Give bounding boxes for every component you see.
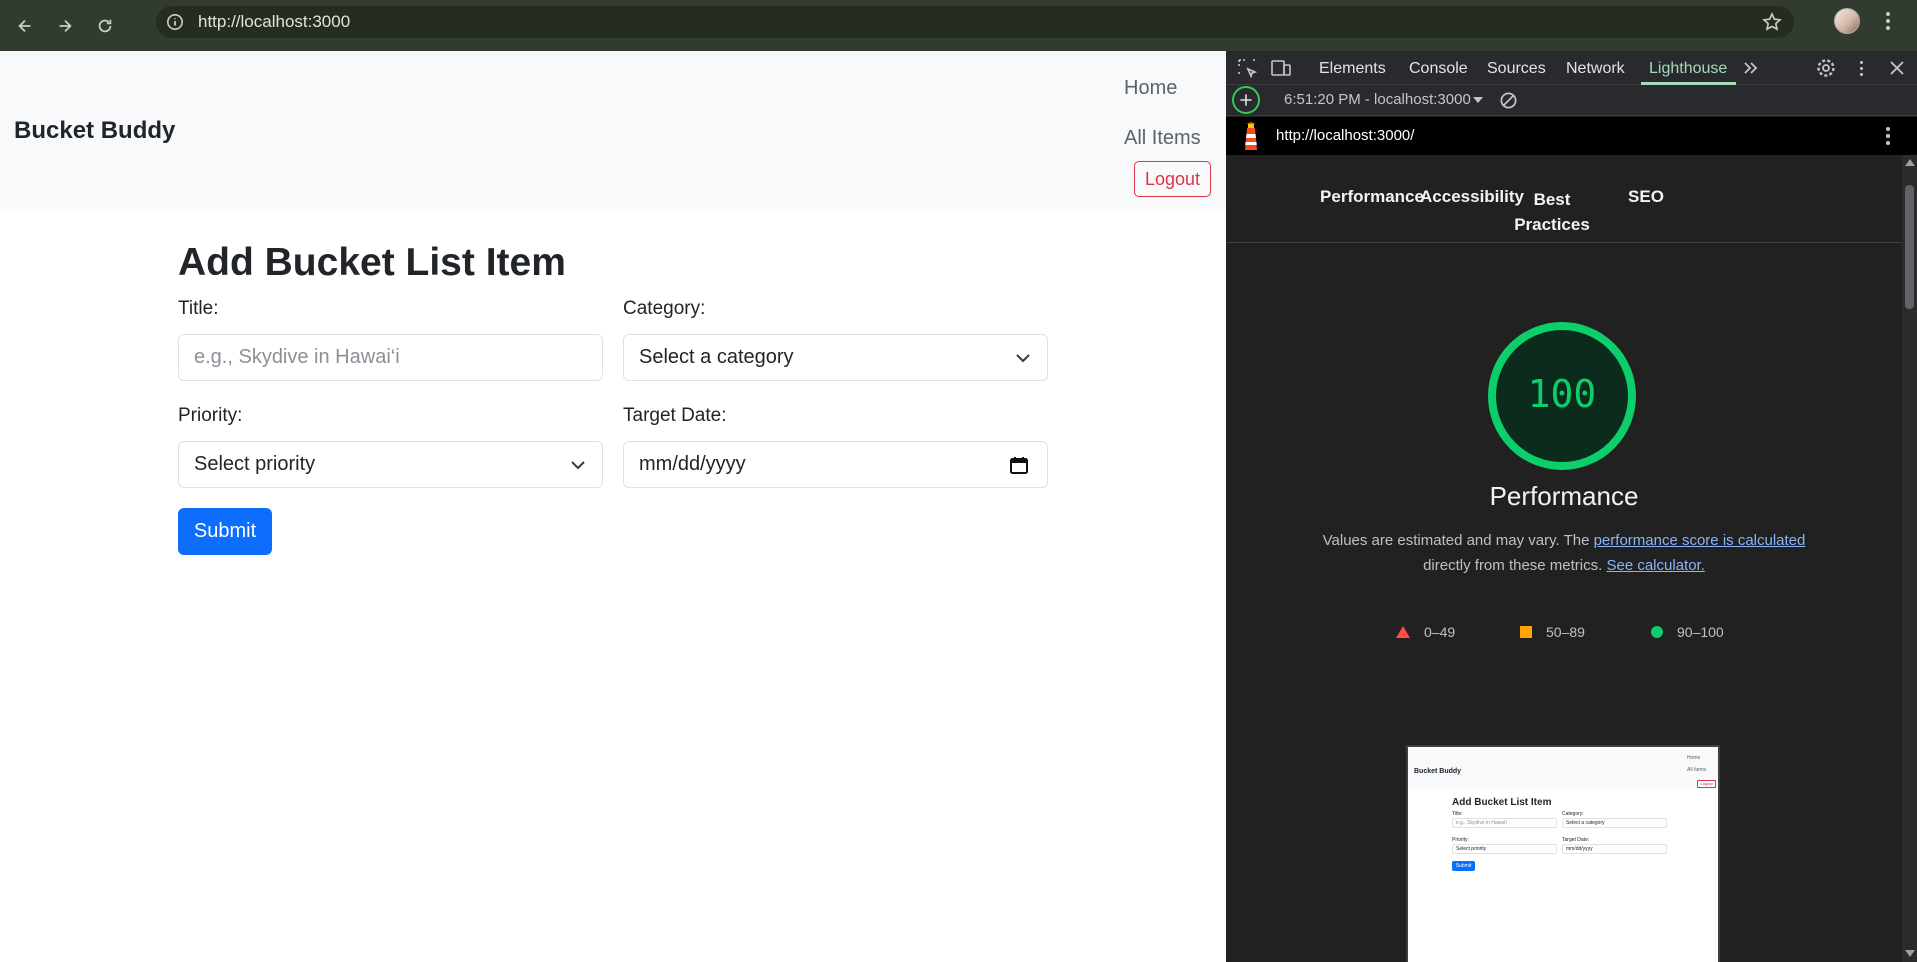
report-scrollbar[interactable]: [1902, 155, 1917, 962]
thumb-priority-select: Select priority: [1452, 844, 1557, 854]
more-tabs-icon[interactable]: [1740, 57, 1762, 79]
square-icon: [1520, 626, 1532, 638]
browser-menu-icon[interactable]: [1880, 10, 1896, 32]
note-mid: directly from these metrics.: [1423, 557, 1603, 574]
web-page: Bucket Buddy Home All Items Logout Add B…: [0, 51, 1226, 962]
report-menu-icon[interactable]: [1885, 125, 1891, 147]
target-date-value: mm/dd/yyyy: [639, 453, 746, 475]
priority-select[interactable]: Select priority: [178, 441, 603, 488]
target-date-label: Target Date:: [623, 405, 727, 426]
close-icon[interactable]: [1886, 57, 1908, 79]
devtools-tabbar: Elements Console Sources Network Lightho…: [1226, 51, 1917, 85]
calendar-icon[interactable]: [1009, 455, 1029, 475]
thumb-title: Add Bucket List Item: [1452, 797, 1552, 808]
tab-sources[interactable]: Sources: [1487, 60, 1546, 78]
lighthouse-logo-icon: [1245, 122, 1257, 150]
score-calculated-link[interactable]: performance score is calculated: [1594, 532, 1806, 549]
new-report-button[interactable]: [1232, 86, 1260, 114]
thumb-priority-label: Priority:: [1452, 837, 1469, 843]
reload-icon: [98, 19, 112, 32]
tab-lighthouse[interactable]: Lighthouse: [1649, 60, 1727, 78]
category-select-value: Select a category: [639, 346, 794, 368]
thumb-brand: Bucket Buddy: [1414, 768, 1462, 775]
back-button[interactable]: [10, 11, 40, 41]
thumb-date-input: mm/dd/yyyy: [1562, 844, 1667, 854]
report-select[interactable]: 6:51:20 PM - localhost:3000: [1284, 91, 1471, 108]
target-date-input[interactable]: mm/dd/yyyy: [623, 441, 1048, 488]
category-seo[interactable]: SEO: [1606, 187, 1686, 207]
plus-icon: [1240, 94, 1252, 106]
legend-fail-label: 0–49: [1424, 624, 1456, 640]
device-toolbar-icon[interactable]: [1270, 57, 1292, 79]
page-title: Add Bucket List Item: [178, 241, 566, 284]
forward-arrow-icon: [59, 19, 72, 32]
page-screenshot-thumbnail: Bucket Buddy Home All Items Logout Add B…: [1406, 745, 1720, 962]
inspect-element-icon[interactable]: [1236, 57, 1258, 79]
site-info-icon[interactable]: [166, 13, 184, 31]
legend-average: 50–89: [1520, 624, 1585, 640]
thumb-logout: Logout: [1697, 780, 1716, 788]
triangle-icon: [1396, 626, 1410, 638]
title-input[interactable]: e.g., Skydive in Hawai‘i: [178, 334, 603, 381]
scroll-down-icon[interactable]: [1905, 950, 1915, 957]
performance-note: Values are estimated and may vary. The p…: [1226, 528, 1902, 578]
forward-button[interactable]: [50, 11, 80, 41]
address-url: http://localhost:3000: [198, 12, 351, 31]
thumb-submit: Submit: [1452, 861, 1475, 871]
clear-all-icon[interactable]: [1499, 91, 1518, 110]
submit-button[interactable]: Submit: [178, 508, 272, 555]
thumb-title-input: e.g., Skydive in Hawai‘i: [1452, 818, 1557, 828]
thumb-date-label: Target Date:: [1562, 837, 1590, 843]
caret-down-icon[interactable]: [1473, 97, 1483, 103]
priority-select-value: Select priority: [194, 453, 316, 475]
category-best-practices[interactable]: Best Practices: [1512, 187, 1592, 237]
devtools-menu-icon[interactable]: [1850, 59, 1872, 77]
title-input-placeholder: e.g., Skydive in Hawai‘i: [194, 346, 400, 368]
legend-average-label: 50–89: [1546, 624, 1585, 640]
thumb-category-label: Category:: [1562, 811, 1584, 817]
thumb-navbar: Bucket Buddy Home All Items Logout: [1408, 747, 1718, 789]
scroll-thumb[interactable]: [1905, 185, 1914, 309]
category-divider: [1226, 242, 1902, 243]
thumb-title-label: Title:: [1452, 811, 1463, 817]
score-title: Performance: [1489, 481, 1639, 511]
thumb-home: Home: [1687, 755, 1701, 761]
nav-link-all-items[interactable]: All Items: [1124, 127, 1201, 150]
brand-logo[interactable]: Bucket Buddy: [14, 117, 175, 145]
reload-button[interactable]: [90, 11, 120, 41]
note-prefix: Values are estimated and may vary. The: [1322, 532, 1594, 549]
tab-network[interactable]: Network: [1566, 60, 1625, 78]
logout-button[interactable]: Logout: [1134, 161, 1211, 197]
browser-toolbar: http://localhost:3000: [0, 0, 1917, 51]
address-bar[interactable]: http://localhost:3000: [156, 6, 1794, 38]
nav-link-home[interactable]: Home: [1124, 77, 1177, 100]
priority-label: Priority:: [178, 405, 243, 426]
devtools-panel: Elements Console Sources Network Lightho…: [1226, 51, 1917, 962]
see-calculator-link[interactable]: See calculator.: [1606, 557, 1704, 574]
lighthouse-report: Performance Accessibility Best Practices…: [1226, 155, 1902, 962]
gear-icon[interactable]: [1815, 57, 1837, 79]
circle-icon: [1651, 626, 1663, 638]
bookmark-star-icon[interactable]: [1762, 12, 1782, 32]
chevron-down-icon: [1016, 354, 1030, 363]
thumb-category-select: Select a category: [1562, 818, 1667, 828]
legend-pass: 90–100: [1651, 624, 1724, 640]
report-url[interactable]: http://localhost:3000/: [1276, 127, 1414, 144]
profile-avatar[interactable]: [1834, 8, 1860, 34]
thumb-all-items: All Items: [1687, 767, 1707, 773]
score-value: 100: [1527, 372, 1597, 416]
tab-console[interactable]: Console: [1409, 60, 1468, 78]
tab-elements[interactable]: Elements: [1319, 60, 1386, 78]
legend-fail: 0–49: [1396, 624, 1455, 640]
legend-pass-label: 90–100: [1677, 624, 1724, 640]
category-select[interactable]: Select a category: [623, 334, 1048, 381]
lighthouse-report-header: http://localhost:3000/: [1226, 117, 1917, 155]
back-arrow-icon: [18, 19, 31, 32]
title-label: Title:: [178, 298, 219, 319]
chevron-down-icon: [571, 461, 585, 470]
site-navbar: Bucket Buddy Home All Items Logout: [0, 51, 1226, 209]
scroll-up-icon[interactable]: [1905, 159, 1915, 166]
category-label: Category:: [623, 298, 706, 319]
lighthouse-toolbar: 6:51:20 PM - localhost:3000: [1226, 85, 1917, 116]
